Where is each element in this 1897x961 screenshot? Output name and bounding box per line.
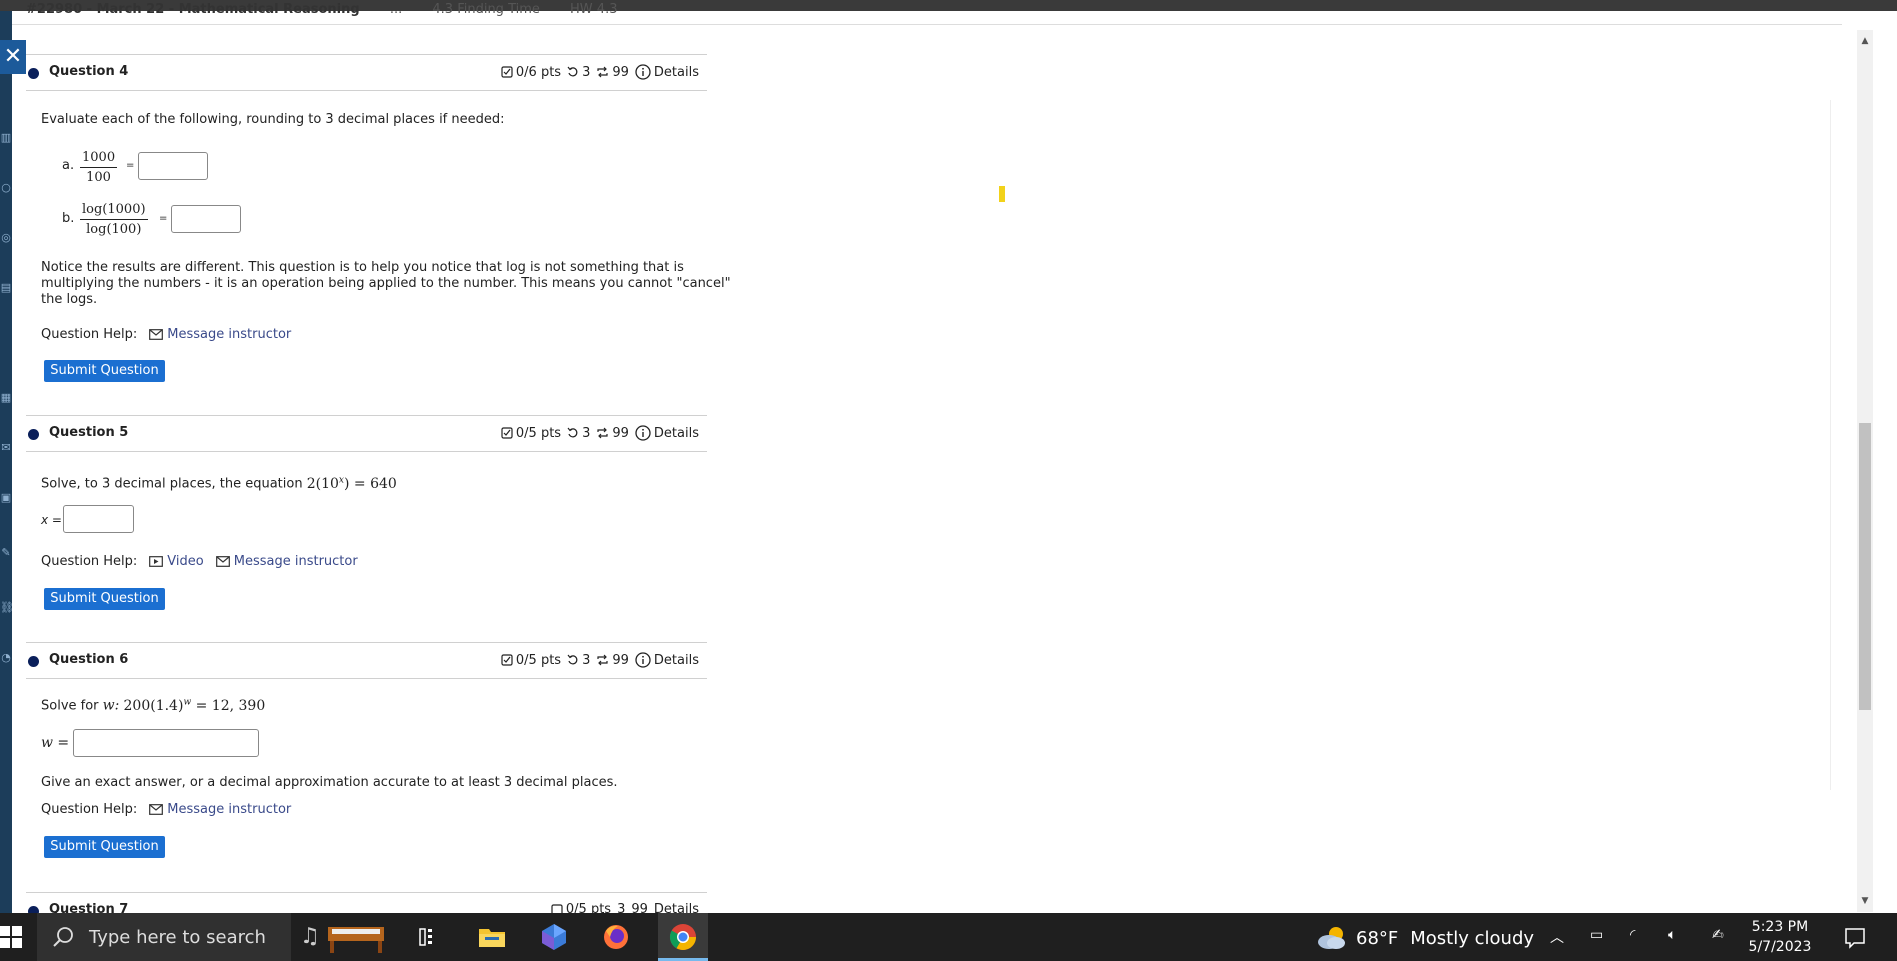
windows-start-icon[interactable] — [0, 926, 22, 948]
windows-taskbar: Type here to search ♫ 68°F Mostly cloudy… — [0, 913, 1897, 961]
firefox-icon[interactable] — [600, 921, 632, 953]
weather-text: Mostly cloudy — [1410, 927, 1535, 949]
notification-icon[interactable] — [1844, 927, 1866, 949]
points: 0/5 pts — [551, 902, 611, 913]
wifi-icon[interactable]: ◜ — [1630, 927, 1635, 943]
taskbar-search[interactable]: Type here to search — [37, 913, 291, 961]
clock-time: 5:23 PM — [1751, 919, 1809, 935]
task-view-icon[interactable] — [414, 921, 446, 953]
details-link[interactable]: Details — [654, 902, 699, 913]
weather-widget[interactable]: 68°F Mostly cloudy — [1316, 925, 1534, 951]
cloudy-icon — [1318, 927, 1345, 949]
clock-date: 5/7/2023 — [1748, 939, 1812, 955]
attempts: 99 — [631, 902, 648, 913]
question-7-header: Question 7 0/5 pts 3 99 Details — [26, 892, 707, 913]
chevron-up-icon[interactable]: ︿ — [1550, 927, 1564, 947]
clock[interactable]: 5:23 PM 5/7/2023 — [1740, 917, 1820, 957]
question-7-clip: Question 7 0/5 pts 3 99 Details — [0, 0, 1897, 913]
volume-icon[interactable]: 🔈︎ — [1668, 927, 1676, 943]
music-piano-icon[interactable]: ♫ — [298, 921, 388, 953]
chrome-icon[interactable] — [667, 921, 699, 953]
battery-icon[interactable]: ▭ — [1590, 927, 1603, 943]
pen-icon[interactable]: ✍︎ — [1712, 927, 1724, 943]
checkbox-icon — [551, 903, 563, 913]
temperature: 68°F — [1356, 927, 1399, 949]
question-meta: 0/5 pts 3 99 Details — [545, 902, 699, 913]
svg-text:♫: ♫ — [300, 924, 320, 949]
search-placeholder: Type here to search — [89, 926, 266, 948]
retries: 3 — [617, 902, 626, 913]
app-icon-blue[interactable] — [538, 921, 570, 953]
question-title[interactable]: Question 7 — [49, 902, 128, 913]
status-dot — [28, 906, 39, 913]
file-explorer-icon[interactable] — [476, 921, 508, 953]
search-icon — [53, 927, 73, 947]
